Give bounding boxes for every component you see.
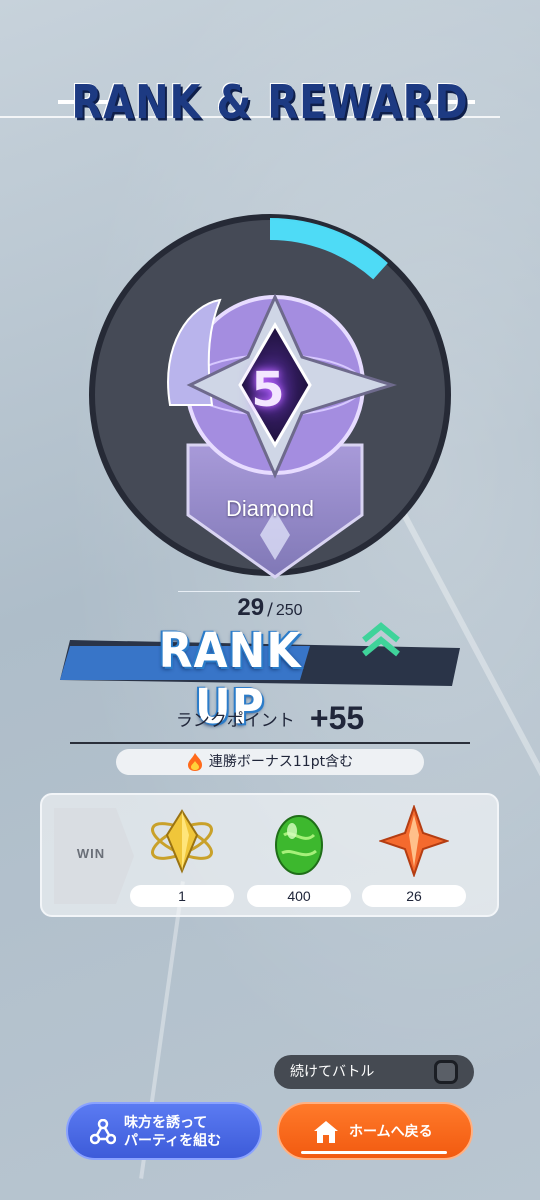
- green-egg-icon: [275, 815, 323, 875]
- rank-point-gain: ランクポイント +55: [0, 700, 540, 737]
- orange-star-shard-icon: [379, 805, 449, 877]
- rank-point-gain-value: +55: [309, 700, 365, 736]
- continue-battle-toggle[interactable]: 続けてバトル: [274, 1055, 474, 1089]
- invite-party-button[interactable]: 味方を誘って パーティを組む: [66, 1102, 262, 1160]
- rank-points-max: 250: [275, 602, 303, 619]
- rank-point-gain-label: ランクポイント: [175, 711, 295, 731]
- gold-crystal-icon: [151, 809, 213, 874]
- rank-tier-number: 5: [251, 362, 285, 418]
- rank-up-arrow-icon: [362, 622, 400, 657]
- return-home-button[interactable]: ホームへ戻る: [277, 1102, 473, 1160]
- share-nodes-icon: [90, 1119, 116, 1145]
- fire-icon: [187, 753, 202, 771]
- reward-item[interactable]: 400: [247, 805, 351, 909]
- reward-count: 400: [247, 885, 351, 907]
- rank-medal: [167, 293, 398, 579]
- win-streak-bonus-text: 連勝ボーナス11pt含む: [208, 754, 354, 770]
- reward-item[interactable]: 1: [130, 805, 234, 909]
- rank-points: 29/250: [0, 594, 540, 622]
- invite-party-label-line2: パーティを組む: [124, 1133, 222, 1149]
- win-tag-label: WIN: [76, 846, 106, 861]
- reward-count: 26: [362, 885, 466, 907]
- continue-battle-label: 続けてバトル: [290, 1064, 375, 1080]
- reward-count: 1: [130, 885, 234, 907]
- home-icon: [314, 1121, 338, 1143]
- win-streak-bonus-pill: 連勝ボーナス11pt含む: [116, 749, 424, 775]
- continue-battle-checkbox[interactable]: [434, 1060, 458, 1084]
- rank-points-current: 29: [237, 594, 265, 621]
- return-home-underline: [301, 1151, 447, 1154]
- reward-item[interactable]: 26: [362, 805, 466, 909]
- invite-party-label-line1: 味方を誘って: [124, 1115, 208, 1131]
- invite-party-label: 味方を誘って パーティを組む: [124, 1114, 254, 1150]
- gain-divider: [70, 742, 470, 744]
- rank-points-separator: /: [267, 600, 273, 620]
- rank-tier-name: Diamond: [225, 496, 315, 521]
- rank-points-divider: [178, 591, 360, 592]
